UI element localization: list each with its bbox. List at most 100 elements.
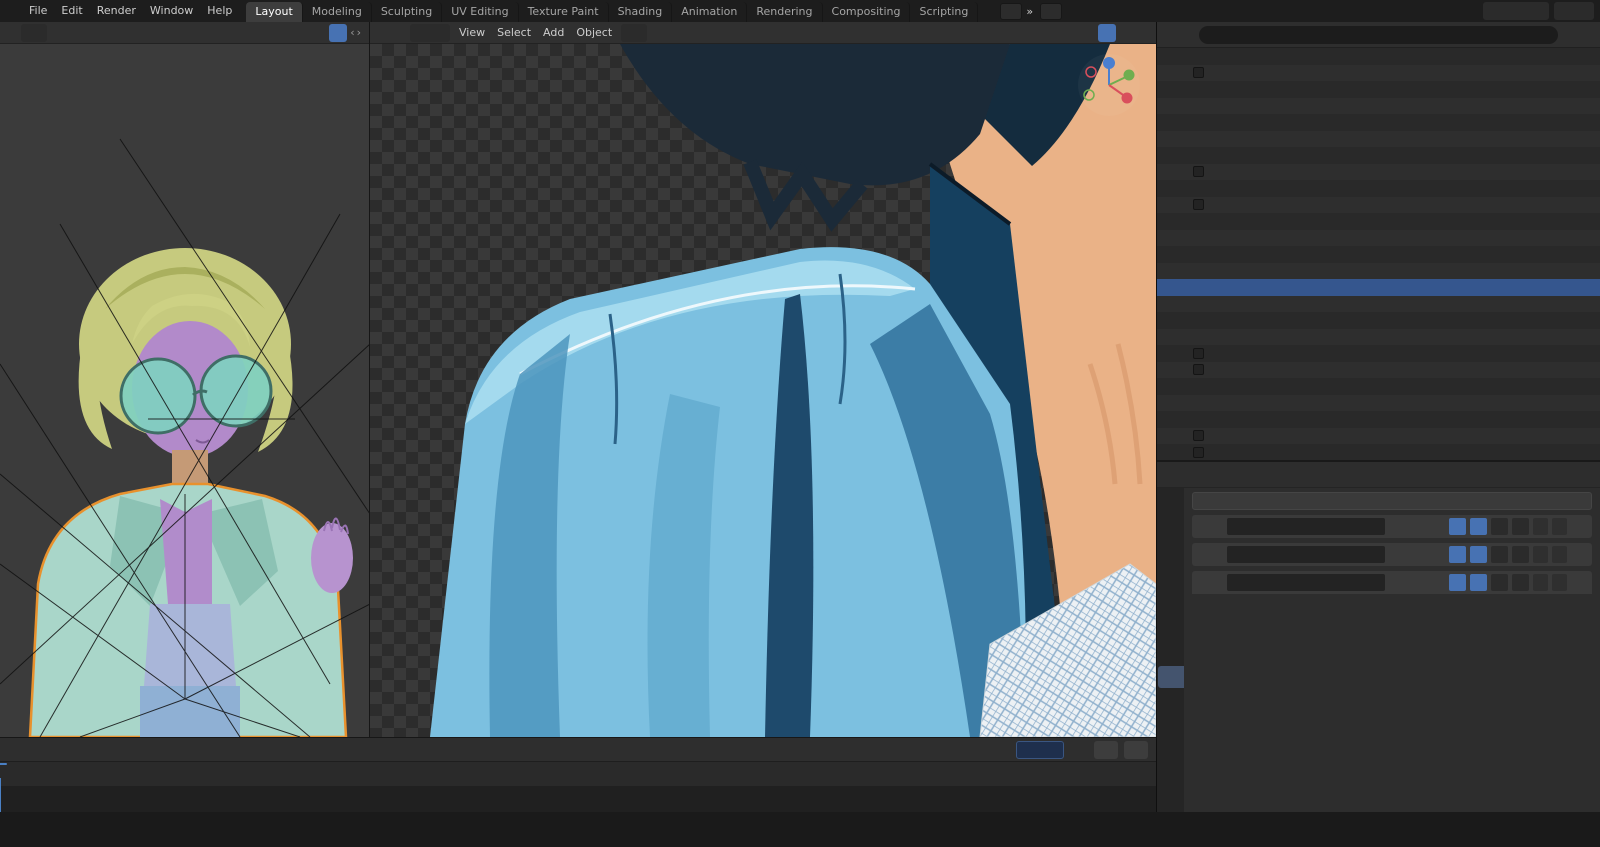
disable-in-renders-toggle[interactable] [1582,198,1595,211]
disable-in-renders-toggle[interactable] [1582,83,1595,96]
editor-type-button[interactable] [1163,26,1181,44]
workspace-tab-rendering[interactable]: Rendering [747,2,823,22]
shading-options-chevron-icon[interactable] [1119,28,1129,38]
disable-in-renders-toggle[interactable] [1582,446,1595,459]
outliner-row-zipper[interactable] [1157,329,1600,346]
disable-in-viewports-toggle[interactable] [1565,264,1578,277]
properties-tab-particles[interactable] [1158,690,1184,712]
modifier-expand-toggle-icon[interactable] [1197,522,1207,532]
hide-in-viewport-toggle[interactable] [1548,231,1561,244]
disable-in-renders-toggle[interactable] [1582,264,1595,277]
shading-wireframe-button[interactable] [1035,24,1053,42]
editor-type-button[interactable] [1165,466,1183,484]
properties-tab-physics[interactable] [1158,714,1184,736]
disable-in-renders-toggle[interactable] [1582,396,1595,409]
outliner-row-girl-eyes[interactable] [1157,98,1600,115]
disable-in-renders-toggle[interactable] [1582,182,1595,195]
expand-toggle-icon[interactable] [1180,365,1190,375]
disable-in-renders-toggle[interactable] [1582,297,1595,310]
viewport-menu-view[interactable]: View [453,22,491,43]
outliner-row-camera-000[interactable] [1157,395,1600,412]
outliner-row-fake-eye-gloss[interactable] [1157,81,1600,98]
perspective-toggle-button[interactable] [1128,211,1146,229]
header-overflow-indicator[interactable]: ‹› [350,26,363,39]
properties-tab-material[interactable] [1158,786,1184,808]
navigation-gizmo[interactable] [1076,52,1142,118]
hide-in-viewport-toggle[interactable] [1548,132,1561,145]
transform-orientation-dropdown[interactable] [21,23,47,42]
shading-rendered-button[interactable] [1098,23,1116,42]
modifier-expand-toggle-icon[interactable] [1197,550,1207,560]
expand-toggle-icon[interactable] [1180,68,1190,78]
workspace-tab-scripting[interactable]: Scripting [910,2,979,22]
move-modifier-down-button[interactable] [1552,546,1567,563]
outliner-row-glass-bridge[interactable] [1157,263,1600,280]
outliner-row-jacket[interactable] [1157,279,1600,296]
disable-in-renders-toggle[interactable] [1582,347,1595,360]
outliner-row-girl-lash[interactable] [1157,114,1600,131]
menu-object[interactable] [6,22,18,43]
move-modifier-up-button[interactable] [1533,518,1548,535]
show-overlays-toggle[interactable] [993,24,1011,42]
disable-in-viewports-toggle[interactable] [1565,314,1578,327]
disable-in-viewports-toggle[interactable] [1565,363,1578,376]
proportional-editing-toggle[interactable] [692,24,710,42]
disable-in-viewports-toggle[interactable] [1565,231,1578,244]
playhead-frame-badge[interactable] [0,763,7,765]
disable-in-renders-toggle[interactable] [1582,330,1595,343]
disable-in-renders-toggle[interactable] [1582,165,1595,178]
hide-in-viewport-toggle[interactable] [1548,182,1561,195]
disable-in-viewports-toggle[interactable] [1565,198,1578,211]
main-3d-viewport[interactable]: View Select Add Object [370,22,1156,737]
disable-in-viewports-toggle[interactable] [1565,330,1578,343]
hide-in-viewport-toggle[interactable] [1548,363,1561,376]
frame-start-field[interactable] [1094,740,1118,759]
left-viewport-canvas[interactable] [0,44,370,737]
zoom-tool-button[interactable] [1128,124,1146,142]
shading-solid-button[interactable] [329,23,348,42]
expand-toggle-icon[interactable] [1180,200,1190,210]
move-modifier-down-button[interactable] [1552,574,1567,591]
disable-in-renders-toggle[interactable] [1582,149,1595,162]
outliner-row-girl-rig[interactable] [1157,428,1600,445]
outliner-row-cloth-base[interactable] [1157,213,1600,230]
hide-in-viewport-toggle[interactable] [1548,248,1561,261]
outliner-row-toon-light[interactable] [1157,345,1600,362]
modifier-editmode-toggle[interactable] [1491,546,1508,563]
blender-logo-icon[interactable] [6,4,21,19]
outliner-row-camera-001[interactable] [1157,411,1600,428]
workspace-tab-sculpting[interactable]: Sculpting [372,2,443,22]
disable-in-viewports-toggle[interactable] [1565,116,1578,129]
disable-in-renders-toggle[interactable] [1582,132,1595,145]
workspace-tab-shading[interactable]: Shading [609,2,673,22]
outliner-row-scene-collection[interactable] [1157,48,1600,65]
modifier-render-toggle[interactable] [1470,546,1487,563]
scene-selector[interactable] [1483,2,1549,20]
workspace-tab-modeling[interactable]: Modeling [303,2,372,22]
properties-tab-object[interactable] [1158,642,1184,664]
outliner-search-input[interactable] [1221,28,1551,41]
disable-in-renders-toggle[interactable] [1582,248,1595,261]
viewport-menu-add[interactable]: Add [537,22,570,43]
modifier-name-field[interactable] [1227,546,1385,563]
disable-in-viewports-toggle[interactable] [1565,66,1578,79]
outliner-row-cam-focus[interactable] [1157,378,1600,395]
mode-dropdown[interactable] [410,23,450,42]
disable-in-renders-toggle[interactable] [1582,429,1595,442]
outliner-row-meta[interactable] [1157,444,1600,460]
disable-in-viewports-toggle[interactable] [1565,132,1578,145]
hide-in-viewport-toggle[interactable] [1548,396,1561,409]
hide-in-viewport-toggle[interactable] [1548,314,1561,327]
move-modifier-down-button[interactable] [1552,518,1567,535]
disable-in-viewports-toggle[interactable] [1565,149,1578,162]
remove-modifier-button[interactable] [1571,547,1587,563]
shading-material-button[interactable] [1077,24,1095,42]
editor-type-button[interactable] [376,24,394,42]
properties-tab-modifiers[interactable] [1157,666,1184,688]
move-modifier-up-button[interactable] [1533,546,1548,563]
viewport-menu-object[interactable]: Object [570,22,618,43]
camera-view-button[interactable] [1128,182,1146,200]
hide-in-viewport-toggle[interactable] [1548,116,1561,129]
collection-checkbox[interactable] [1193,199,1204,211]
show-gizmo-toggle[interactable] [972,24,990,42]
